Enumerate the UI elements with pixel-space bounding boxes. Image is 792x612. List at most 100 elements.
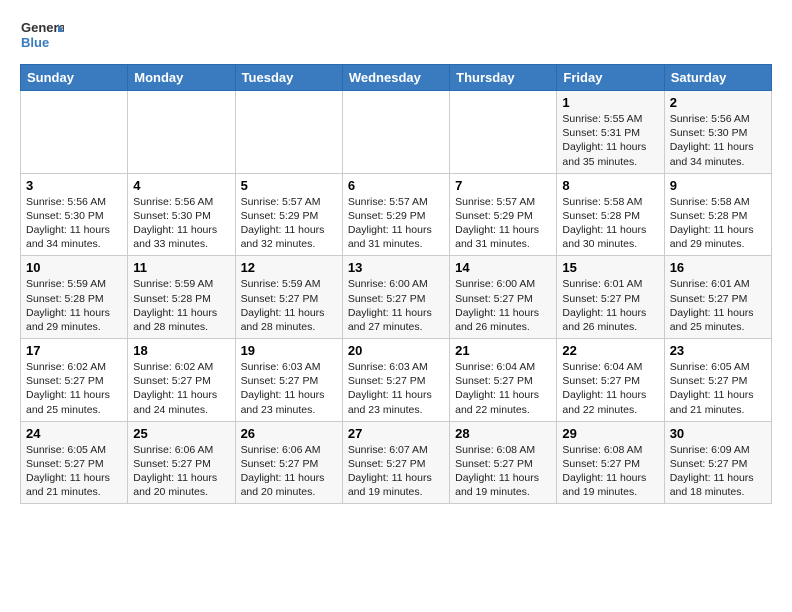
week-row-4: 17Sunrise: 6:02 AM Sunset: 5:27 PM Dayli… xyxy=(21,339,772,422)
day-number: 13 xyxy=(348,260,444,275)
weekday-header-sunday: Sunday xyxy=(21,65,128,91)
day-number: 24 xyxy=(26,426,122,441)
day-info: Sunrise: 5:59 AM Sunset: 5:28 PM Dayligh… xyxy=(133,277,229,334)
weekday-header-monday: Monday xyxy=(128,65,235,91)
day-number: 6 xyxy=(348,178,444,193)
day-number: 16 xyxy=(670,260,766,275)
calendar-cell: 25 Sunrise: 6:06 AM Sunset: 5:27 PM Dayli… xyxy=(128,421,235,504)
day-number: 23 xyxy=(670,343,766,358)
weekday-header-friday: Friday xyxy=(557,65,664,91)
calendar-cell: 13 Sunrise: 6:00 AM Sunset: 5:27 PM Dayli… xyxy=(342,256,449,339)
calendar-table: SundayMondayTuesdayWednesdayThursdayFrid… xyxy=(20,64,772,504)
day-info: Sunrise: 6:02 AM Sunset: 5:27 PM Dayligh… xyxy=(26,360,122,417)
day-info: Sunrise: 5:55 AM Sunset: 5:31 PM Dayligh… xyxy=(562,112,658,169)
calendar-cell: 30 Sunrise: 6:09 AM Sunset: 5:27 PM Dayli… xyxy=(664,421,771,504)
day-info: Sunrise: 5:57 AM Sunset: 5:29 PM Dayligh… xyxy=(241,195,337,252)
day-info: Sunrise: 5:59 AM Sunset: 5:28 PM Dayligh… xyxy=(26,277,122,334)
day-number: 2 xyxy=(670,95,766,110)
calendar-cell: 5Sunrise: 5:57 AM Sunset: 5:29 PM Daylig… xyxy=(235,173,342,256)
day-info: Sunrise: 6:01 AM Sunset: 5:27 PM Dayligh… xyxy=(562,277,658,334)
day-info: Sunrise: 6:07 AM Sunset: 5:27 PM Dayligh… xyxy=(348,443,444,500)
day-info: Sunrise: 6:05 AM Sunset: 5:27 PM Dayligh… xyxy=(670,360,766,417)
calendar-cell: 20Sunrise: 6:03 AM Sunset: 5:27 PM Dayli… xyxy=(342,339,449,422)
day-number: 10 xyxy=(26,260,122,275)
calendar-cell: 18 Sunrise: 6:02 AM Sunset: 5:27 PM Dayli… xyxy=(128,339,235,422)
day-info: Sunrise: 6:00 AM Sunset: 5:27 PM Dayligh… xyxy=(348,277,444,334)
weekday-header-row: SundayMondayTuesdayWednesdayThursdayFrid… xyxy=(21,65,772,91)
weekday-header-saturday: Saturday xyxy=(664,65,771,91)
calendar-cell xyxy=(450,91,557,174)
day-number: 1 xyxy=(562,95,658,110)
calendar-cell xyxy=(21,91,128,174)
calendar-cell: 8 Sunrise: 5:58 AM Sunset: 5:28 PM Daylig… xyxy=(557,173,664,256)
day-number: 20 xyxy=(348,343,444,358)
day-info: Sunrise: 6:06 AM Sunset: 5:27 PM Dayligh… xyxy=(241,443,337,500)
day-info: Sunrise: 6:04 AM Sunset: 5:27 PM Dayligh… xyxy=(455,360,551,417)
weekday-header-tuesday: Tuesday xyxy=(235,65,342,91)
day-info: Sunrise: 6:05 AM Sunset: 5:27 PM Dayligh… xyxy=(26,443,122,500)
logo: General Blue xyxy=(20,16,64,56)
day-info: Sunrise: 6:03 AM Sunset: 5:27 PM Dayligh… xyxy=(241,360,337,417)
day-info: Sunrise: 5:58 AM Sunset: 5:28 PM Dayligh… xyxy=(562,195,658,252)
day-number: 12 xyxy=(241,260,337,275)
day-info: Sunrise: 6:08 AM Sunset: 5:27 PM Dayligh… xyxy=(562,443,658,500)
day-number: 7 xyxy=(455,178,551,193)
day-info: Sunrise: 6:00 AM Sunset: 5:27 PM Dayligh… xyxy=(455,277,551,334)
calendar-cell: 26 Sunrise: 6:06 AM Sunset: 5:27 PM Dayli… xyxy=(235,421,342,504)
day-info: Sunrise: 5:59 AM Sunset: 5:27 PM Dayligh… xyxy=(241,277,337,334)
calendar-cell: 27 Sunrise: 6:07 AM Sunset: 5:27 PM Dayli… xyxy=(342,421,449,504)
day-number: 25 xyxy=(133,426,229,441)
calendar-cell: 22 Sunrise: 6:04 AM Sunset: 5:27 PM Dayli… xyxy=(557,339,664,422)
day-info: Sunrise: 5:57 AM Sunset: 5:29 PM Dayligh… xyxy=(455,195,551,252)
day-info: Sunrise: 5:56 AM Sunset: 5:30 PM Dayligh… xyxy=(133,195,229,252)
day-number: 11 xyxy=(133,260,229,275)
day-number: 30 xyxy=(670,426,766,441)
day-number: 15 xyxy=(562,260,658,275)
day-info: Sunrise: 6:06 AM Sunset: 5:27 PM Dayligh… xyxy=(133,443,229,500)
page-header: General Blue xyxy=(20,16,772,56)
calendar-cell: 19 Sunrise: 6:03 AM Sunset: 5:27 PM Dayli… xyxy=(235,339,342,422)
calendar-cell: 4 Sunrise: 5:56 AM Sunset: 5:30 PM Daylig… xyxy=(128,173,235,256)
day-number: 9 xyxy=(670,178,766,193)
day-number: 26 xyxy=(241,426,337,441)
calendar-cell: 14Sunrise: 6:00 AM Sunset: 5:27 PM Dayli… xyxy=(450,256,557,339)
day-number: 27 xyxy=(348,426,444,441)
calendar-cell: 12 Sunrise: 5:59 AM Sunset: 5:27 PM Dayli… xyxy=(235,256,342,339)
calendar-cell: 28 Sunrise: 6:08 AM Sunset: 5:27 PM Dayli… xyxy=(450,421,557,504)
calendar-cell: 9Sunrise: 5:58 AM Sunset: 5:28 PM Daylig… xyxy=(664,173,771,256)
day-info: Sunrise: 5:56 AM Sunset: 5:30 PM Dayligh… xyxy=(670,112,766,169)
day-number: 28 xyxy=(455,426,551,441)
calendar-cell: 10 Sunrise: 5:59 AM Sunset: 5:28 PM Dayli… xyxy=(21,256,128,339)
day-number: 18 xyxy=(133,343,229,358)
day-info: Sunrise: 6:04 AM Sunset: 5:27 PM Dayligh… xyxy=(562,360,658,417)
calendar-cell: 15 Sunrise: 6:01 AM Sunset: 5:27 PM Dayli… xyxy=(557,256,664,339)
calendar-cell: 29Sunrise: 6:08 AM Sunset: 5:27 PM Dayli… xyxy=(557,421,664,504)
week-row-5: 24 Sunrise: 6:05 AM Sunset: 5:27 PM Dayli… xyxy=(21,421,772,504)
calendar-cell xyxy=(128,91,235,174)
day-number: 4 xyxy=(133,178,229,193)
calendar-cell: 6 Sunrise: 5:57 AM Sunset: 5:29 PM Daylig… xyxy=(342,173,449,256)
day-info: Sunrise: 6:08 AM Sunset: 5:27 PM Dayligh… xyxy=(455,443,551,500)
week-row-3: 10 Sunrise: 5:59 AM Sunset: 5:28 PM Dayli… xyxy=(21,256,772,339)
day-info: Sunrise: 6:09 AM Sunset: 5:27 PM Dayligh… xyxy=(670,443,766,500)
day-info: Sunrise: 6:02 AM Sunset: 5:27 PM Dayligh… xyxy=(133,360,229,417)
calendar-cell: 17Sunrise: 6:02 AM Sunset: 5:27 PM Dayli… xyxy=(21,339,128,422)
calendar-cell: 16 Sunrise: 6:01 AM Sunset: 5:27 PM Dayli… xyxy=(664,256,771,339)
calendar-cell: 1 Sunrise: 5:55 AM Sunset: 5:31 PM Daylig… xyxy=(557,91,664,174)
day-info: Sunrise: 5:56 AM Sunset: 5:30 PM Dayligh… xyxy=(26,195,122,252)
day-number: 19 xyxy=(241,343,337,358)
week-row-2: 3Sunrise: 5:56 AM Sunset: 5:30 PM Daylig… xyxy=(21,173,772,256)
svg-text:General: General xyxy=(21,20,64,35)
calendar-cell: 7 Sunrise: 5:57 AM Sunset: 5:29 PM Daylig… xyxy=(450,173,557,256)
svg-text:Blue: Blue xyxy=(21,35,49,50)
day-number: 21 xyxy=(455,343,551,358)
calendar-cell xyxy=(342,91,449,174)
calendar-cell: 24 Sunrise: 6:05 AM Sunset: 5:27 PM Dayli… xyxy=(21,421,128,504)
day-info: Sunrise: 5:57 AM Sunset: 5:29 PM Dayligh… xyxy=(348,195,444,252)
calendar-cell: 2 Sunrise: 5:56 AM Sunset: 5:30 PM Daylig… xyxy=(664,91,771,174)
day-info: Sunrise: 6:01 AM Sunset: 5:27 PM Dayligh… xyxy=(670,277,766,334)
calendar-cell: 11 Sunrise: 5:59 AM Sunset: 5:28 PM Dayli… xyxy=(128,256,235,339)
day-number: 8 xyxy=(562,178,658,193)
day-number: 22 xyxy=(562,343,658,358)
logo-svg: General Blue xyxy=(20,16,64,56)
